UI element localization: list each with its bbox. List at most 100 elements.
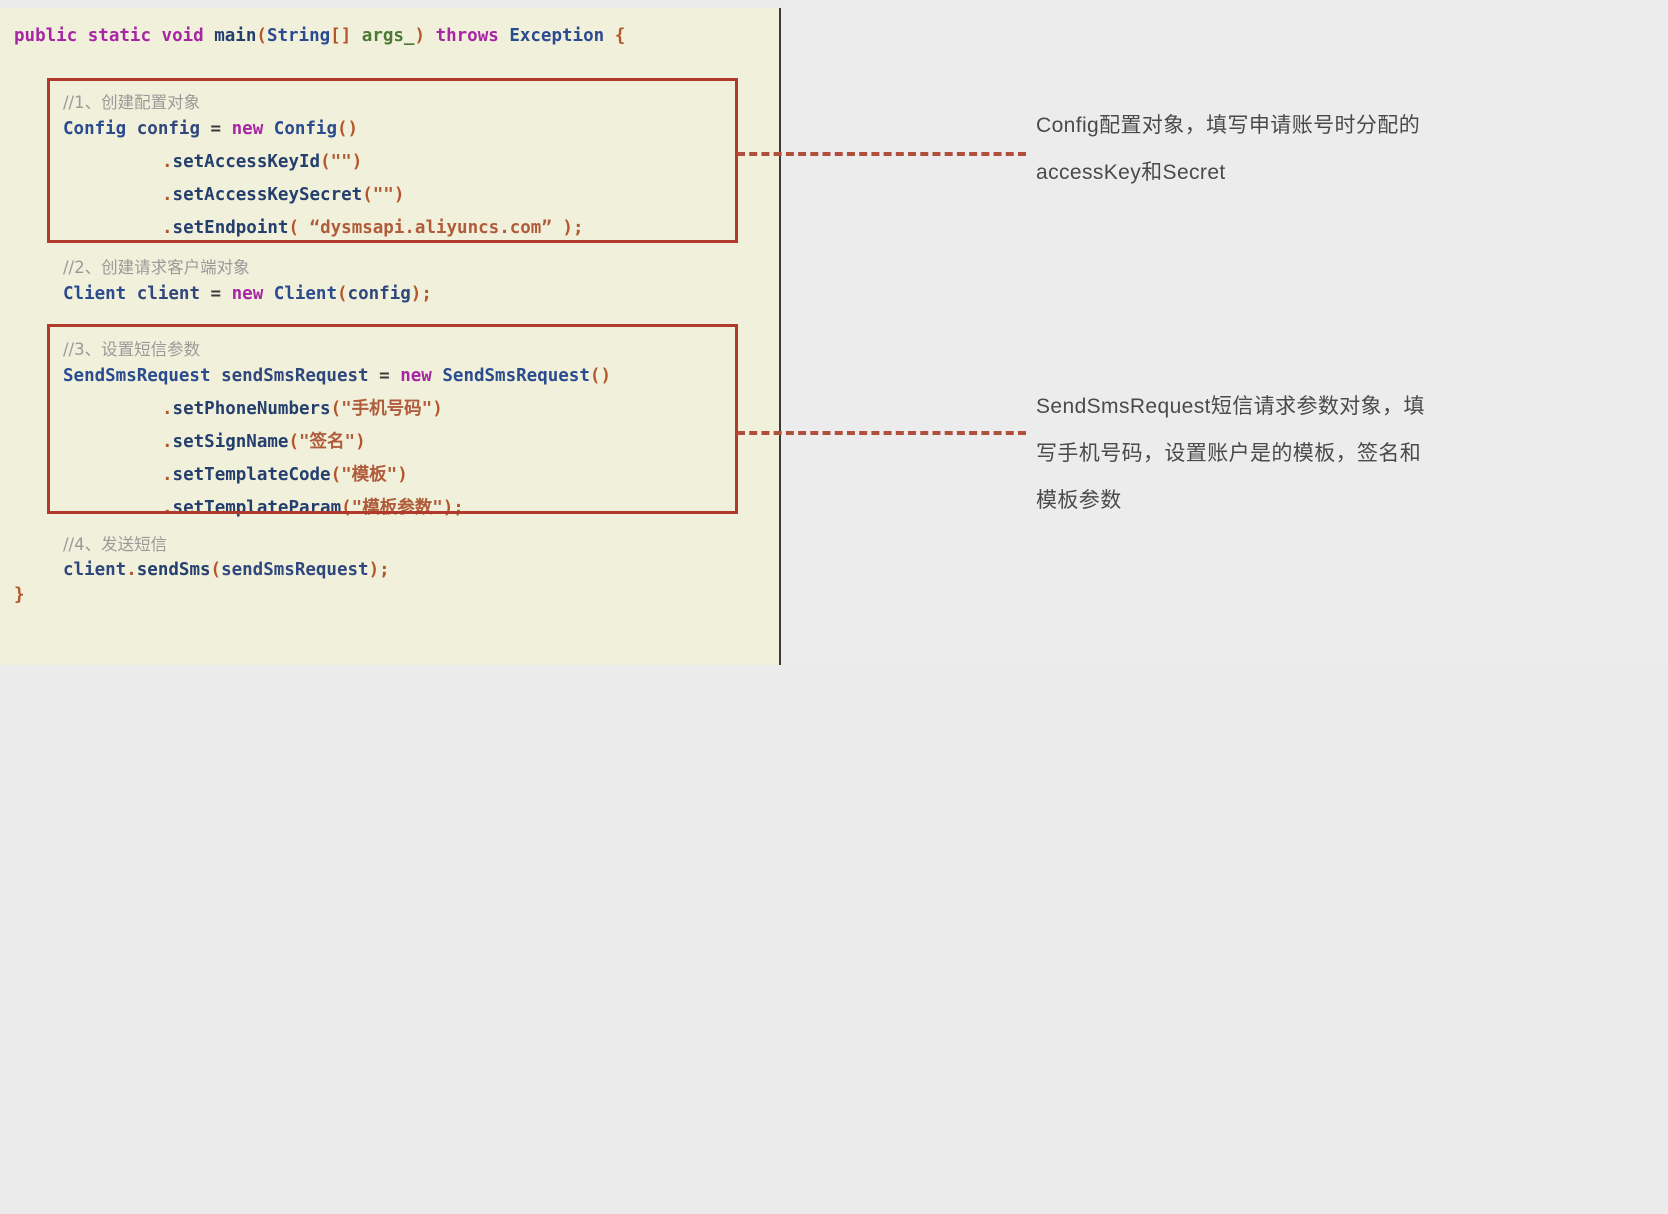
- type-sendsmsrequest-ctor: SendSmsRequest: [442, 366, 590, 386]
- type-config-ctor: Config: [273, 119, 337, 139]
- operator-assign: =: [210, 119, 222, 139]
- paren-close: ): [442, 498, 454, 518]
- method-sendsms: sendSms: [136, 560, 211, 580]
- paren-open: (: [330, 399, 342, 419]
- code-line-endpoint: .setEndpoint( “dysmsapi.aliyuncs.com” );: [14, 212, 584, 245]
- dot: .: [162, 399, 173, 419]
- connector-line-sendsmsrequest: [737, 431, 1026, 435]
- dot: .: [162, 498, 173, 518]
- keyword-static: static: [87, 26, 151, 46]
- brace-open: {: [614, 26, 626, 46]
- annotation-sendsmsrequest: SendSmsRequest短信请求参数对象，填 写手机号码，设置账户是的模板，…: [1036, 383, 1556, 524]
- keyword-void: void: [161, 26, 204, 46]
- annotation-sendsmsrequest-line-2: 写手机号码，设置账户是的模板，签名和: [1036, 442, 1422, 465]
- semicolon: ;: [421, 284, 432, 304]
- method-main: main: [214, 26, 257, 46]
- dot: .: [126, 560, 137, 580]
- paren-close: ): [414, 26, 426, 46]
- paren-open: (: [320, 152, 331, 172]
- paren-close: ): [410, 284, 422, 304]
- method-setphonenumbers: setPhoneNumbers: [172, 399, 331, 419]
- annotation-config-line-2: accessKey和Secret: [1036, 161, 1226, 184]
- string-empty: "": [372, 185, 394, 205]
- code-line-client-new: Client client = new Client(config);: [14, 278, 432, 311]
- code-panel: public static void main(String[] args_) …: [0, 8, 781, 665]
- slide-root: public static void main(String[] args_) …: [0, 0, 1668, 665]
- paren-close: ): [432, 399, 443, 419]
- ident-sendsmsrequest: sendSmsRequest: [221, 366, 369, 386]
- semicolon: ;: [572, 218, 584, 238]
- paren-close: ): [600, 366, 611, 386]
- paren-open: (: [330, 465, 342, 485]
- paren-open: (: [256, 26, 267, 46]
- paren-open: (: [589, 366, 601, 386]
- annotation-sendsmsrequest-line-3: 模板参数: [1036, 489, 1122, 512]
- code-line-accesskeyid: .setAccessKeyId(""): [14, 146, 362, 179]
- type-client: Client: [63, 284, 127, 304]
- code-line-templateparam: .setTemplateParam("模板参数");: [14, 492, 464, 525]
- comment-text: //2、创建请求客户端对象: [63, 258, 250, 277]
- code-line-sendsms: client.sendSms(sendSmsRequest);: [14, 554, 390, 587]
- brackets: []: [330, 26, 352, 46]
- dot: .: [162, 185, 173, 205]
- paren-open: (: [288, 218, 299, 238]
- ident-client: client: [63, 560, 127, 580]
- paren-open: (: [341, 498, 352, 518]
- semicolon: ;: [453, 498, 464, 518]
- annotation-sendsmsrequest-line-1: SendSmsRequest短信请求参数对象，填: [1036, 395, 1425, 418]
- paren-open: (: [210, 560, 222, 580]
- method-settemplateparam: setTemplateParam: [172, 498, 342, 518]
- param-args: args_: [361, 26, 415, 46]
- dot: .: [162, 152, 173, 172]
- ident-client: client: [136, 284, 200, 304]
- code-line-signname: .setSignName("签名"): [14, 426, 366, 459]
- method-setsignname: setSignName: [172, 432, 289, 452]
- keyword-public: public: [14, 26, 78, 46]
- string-endpoint: “dysmsapi.aliyuncs.com”: [309, 218, 552, 238]
- code-line-templatecode: .setTemplateCode("模板"): [14, 459, 408, 492]
- ident-config: config: [136, 119, 200, 139]
- keyword-new: new: [400, 366, 432, 386]
- type-config: Config: [63, 119, 127, 139]
- code-line-signature: public static void main(String[] args_) …: [14, 20, 625, 53]
- code-line-phonenumbers: .setPhoneNumbers("手机号码"): [14, 393, 443, 426]
- arg-sendsmsrequest: sendSmsRequest: [221, 560, 369, 580]
- paren-close: ): [347, 119, 359, 139]
- dot: .: [162, 218, 173, 238]
- paren-open: (: [337, 284, 348, 304]
- method-setaccesskeyid: setAccessKeyId: [172, 152, 321, 172]
- annotation-config-line-1: Config配置对象，填写申请账号时分配的: [1036, 114, 1421, 137]
- paren-close: ): [562, 218, 573, 238]
- method-settemplatecode: setTemplateCode: [172, 465, 331, 485]
- annotation-config: Config配置对象，填写申请账号时分配的 accessKey和Secret: [1036, 102, 1556, 196]
- string-sign: "签名": [299, 432, 356, 452]
- type-sendsmsrequest: SendSmsRequest: [63, 366, 211, 386]
- type-client-ctor: Client: [273, 284, 337, 304]
- paren-close: ): [355, 432, 366, 452]
- keyword-new: new: [231, 119, 264, 139]
- type-exception: Exception: [509, 26, 605, 46]
- annotation-panel: [783, 0, 1668, 665]
- arg-config: config: [347, 284, 411, 304]
- code-line-accesskeysecret: .setAccessKeySecret(""): [14, 179, 404, 212]
- keyword-new: new: [231, 284, 264, 304]
- paren-close: ): [368, 560, 380, 580]
- comment-text: //4、发送短信: [63, 535, 168, 554]
- type-string: String: [266, 26, 331, 46]
- operator-assign: =: [210, 284, 222, 304]
- semicolon: ;: [379, 560, 390, 580]
- string-templateparam: "模板参数": [351, 498, 443, 518]
- string-phone: "手机号码": [341, 399, 433, 419]
- string-empty: "": [330, 152, 352, 172]
- brace-close: }: [14, 585, 25, 605]
- connector-line-config: [737, 152, 1026, 156]
- string-template: "模板": [341, 465, 398, 485]
- code-line-request-new: SendSmsRequest sendSmsRequest = new Send…: [14, 360, 611, 393]
- paren-open: (: [337, 119, 348, 139]
- dot: .: [162, 465, 173, 485]
- keyword-throws: throws: [435, 26, 499, 46]
- code-line-close-brace: }: [14, 579, 25, 612]
- paren-close: ): [393, 185, 405, 205]
- paren-close: ): [351, 152, 363, 172]
- paren-open: (: [362, 185, 373, 205]
